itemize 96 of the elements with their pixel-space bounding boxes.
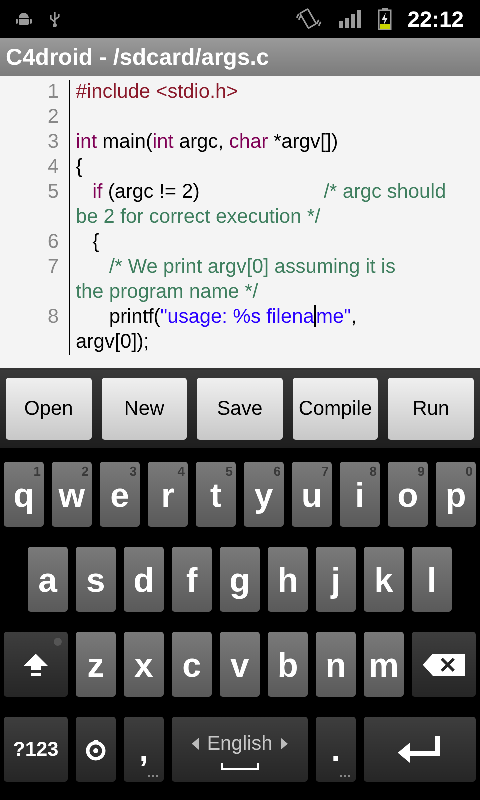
letter-key[interactable]: z <box>76 632 116 697</box>
line-number: 4 <box>48 155 59 180</box>
space-bar-icon <box>221 763 259 770</box>
line-number: 1 <box>48 80 59 105</box>
usb-icon <box>48 10 62 28</box>
letter-key[interactable]: r 4 <box>148 462 188 527</box>
key-hint: 6 <box>274 463 281 481</box>
key-hint: 5 <box>226 463 233 481</box>
toolbar-button[interactable]: Run <box>388 378 474 440</box>
code-token: the program name */ <box>76 281 258 303</box>
backspace-icon <box>423 654 465 676</box>
letter-key[interactable]: v <box>220 632 260 697</box>
enter-key[interactable] <box>364 717 476 782</box>
code-token: be 2 for correct execution */ <box>76 206 321 228</box>
key-hint: 7 <box>322 463 329 481</box>
letter-key[interactable]: m <box>364 632 404 697</box>
toolbar-button[interactable]: New <box>102 378 188 440</box>
vibrate-icon <box>296 8 322 30</box>
punctuation-key[interactable]: , <box>124 717 164 782</box>
letter-key[interactable]: c <box>172 632 212 697</box>
letter-key[interactable]: s <box>76 547 116 612</box>
line-number: 5 <box>48 180 59 205</box>
code-token: "usage: %s filena <box>160 306 314 328</box>
code-token: *argv[]) <box>272 131 338 153</box>
letter-key[interactable]: b <box>268 632 308 697</box>
letter-key[interactable]: o 9 <box>388 462 428 527</box>
shift-key[interactable] <box>4 632 68 697</box>
code-token: me" <box>316 306 352 328</box>
letter-key[interactable]: t 5 <box>196 462 236 527</box>
letter-key[interactable]: d <box>124 547 164 612</box>
language-label: English <box>207 732 273 757</box>
key-hint: 2 <box>82 463 89 481</box>
code-token: int <box>76 131 98 153</box>
status-time: 22:12 <box>408 6 464 34</box>
letter-key[interactable]: n <box>316 632 356 697</box>
code-editor[interactable] <box>0 76 480 368</box>
key-hint: 0 <box>466 463 473 481</box>
symbols-key[interactable]: ?123 <box>4 717 68 782</box>
letter-key[interactable]: w 2 <box>52 462 92 527</box>
letter-key[interactable]: a <box>28 547 68 612</box>
code-token: /* We print argv[0] assuming it is <box>108 256 396 278</box>
letter-key[interactable]: y 6 <box>244 462 284 527</box>
code-token: int <box>152 131 174 153</box>
key-hint: 1 <box>34 463 41 481</box>
code-token: { <box>76 156 83 178</box>
punctuation-key[interactable]: . <box>316 717 356 782</box>
code-token: main( <box>102 131 153 153</box>
delete-key[interactable] <box>412 632 476 697</box>
key-hint: 4 <box>178 463 185 481</box>
key-hint: 9 <box>418 463 425 481</box>
key-hint: 3 <box>130 463 137 481</box>
code-token: #include <stdio.h> <box>76 81 238 103</box>
letter-key[interactable]: x <box>124 632 164 697</box>
settings-key[interactable] <box>76 717 116 782</box>
line-number: 7 <box>48 255 59 280</box>
toolbar-button[interactable]: Compile <box>292 378 378 440</box>
code-token: { <box>92 231 100 253</box>
text-cursor <box>314 305 316 327</box>
space-key[interactable]: English <box>172 717 308 782</box>
letter-key[interactable]: h <box>268 547 308 612</box>
code-token: if <box>92 181 103 203</box>
line-number: 3 <box>48 130 59 155</box>
more-icon <box>148 775 159 778</box>
letter-key[interactable]: q 1 <box>4 462 44 527</box>
shift-arrow-icon <box>23 652 49 676</box>
toolbar-button[interactable]: Save <box>197 378 283 440</box>
enter-arrow-icon <box>398 736 442 764</box>
code-token: , <box>351 306 357 328</box>
letter-key[interactable]: g <box>220 547 260 612</box>
line-number: 8 <box>48 305 59 330</box>
letter-key[interactable]: e 3 <box>100 462 140 527</box>
code-token: argc, <box>178 131 225 153</box>
code-token: argv[0]); <box>76 331 150 353</box>
letter-key[interactable]: f <box>172 547 212 612</box>
letter-key[interactable]: j <box>316 547 356 612</box>
more-icon <box>340 775 351 778</box>
letter-key[interactable]: i 8 <box>340 462 380 527</box>
code-token: (argc != 2) <box>107 181 200 203</box>
code-token: printf( <box>108 306 160 328</box>
line-number: 6 <box>48 230 59 255</box>
left-arrow-icon <box>192 738 200 750</box>
right-arrow-icon <box>280 738 288 750</box>
toolbar-button[interactable]: Open <box>6 378 92 440</box>
code-token: char <box>229 131 268 153</box>
key-hint: 8 <box>370 463 377 481</box>
letter-key[interactable]: u 7 <box>292 462 332 527</box>
window-title: C4droid - /sdcard/args.c <box>6 42 270 72</box>
battery-charging-icon <box>378 8 392 30</box>
line-number: 2 <box>48 105 59 130</box>
letter-key[interactable]: k <box>364 547 404 612</box>
signal-icon <box>338 9 362 29</box>
letter-key[interactable]: p 0 <box>436 462 476 527</box>
android-icon <box>16 11 32 27</box>
code-token: /* argc should <box>324 181 446 203</box>
settings-icon <box>85 738 107 760</box>
letter-key[interactable]: l <box>412 547 452 612</box>
